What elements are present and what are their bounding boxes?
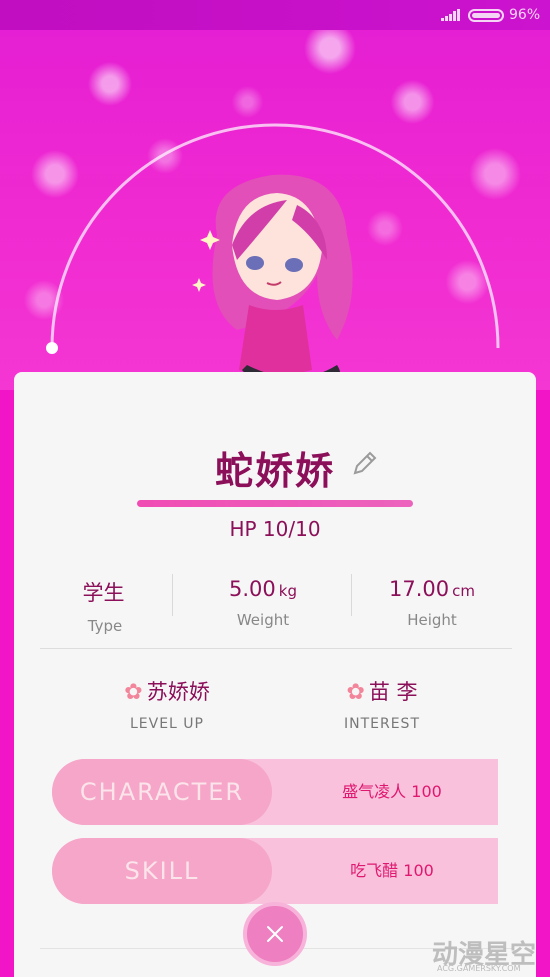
attribute-tag: SKILL <box>52 838 272 904</box>
stat-type-label: Type <box>87 617 123 635</box>
flower-icon: ✿ <box>124 680 143 705</box>
relation-label: LEVEL UP <box>129 716 204 732</box>
stat-weight-value: 5.00 <box>229 577 276 601</box>
battery-icon <box>468 9 504 22</box>
attribute-tag: CHARACTER <box>52 759 272 825</box>
attribute-character[interactable]: CHARACTER 盛气凌人 100 <box>52 759 498 825</box>
relation-level-up[interactable]: ✿ 苏娇娇 LEVEL UP <box>67 676 267 732</box>
hp-text: HP 10/10 <box>229 517 321 541</box>
close-icon <box>267 926 283 942</box>
stat-height-label: Height <box>407 611 457 629</box>
edit-name-icon[interactable] <box>350 448 380 478</box>
stat-weight-unit: kg <box>278 582 297 600</box>
arc-marker <box>46 342 58 354</box>
relation-interest[interactable]: ✿ 苗 李 INTEREST <box>282 676 482 732</box>
stat-type-value: 学生 <box>82 581 125 605</box>
relation-label: INTEREST <box>343 716 420 732</box>
stat-height-unit: cm <box>452 582 475 600</box>
section-divider <box>40 648 512 649</box>
stat-weight: 5.00 kg Weight <box>178 577 348 629</box>
status-bar: 96% <box>0 0 550 30</box>
divider <box>172 574 173 616</box>
stat-weight-label: Weight <box>236 611 290 629</box>
stat-type: 学生 Type <box>20 577 190 635</box>
character-name: 蛇娇娇 <box>214 449 335 493</box>
attribute-value: 吃飞醋 100 <box>350 861 434 880</box>
flower-icon: ✿ <box>346 680 365 705</box>
relation-name: 苏娇娇 <box>146 680 210 704</box>
relation-name: 苗 李 <box>368 680 418 704</box>
hp-bar <box>137 500 413 507</box>
stat-height-value: 17.00 <box>389 577 450 601</box>
attribute-skill[interactable]: SKILL 吃飞醋 100 <box>52 838 498 904</box>
signal-icon <box>441 9 460 21</box>
attribute-value: 盛气凌人 100 <box>342 782 442 801</box>
close-button[interactable] <box>243 902 307 966</box>
stat-height: 17.00 cm Height <box>347 577 517 629</box>
battery-percent: 96% <box>509 7 541 23</box>
watermark-url: ACG.GAMERSKY.COM <box>437 964 521 973</box>
